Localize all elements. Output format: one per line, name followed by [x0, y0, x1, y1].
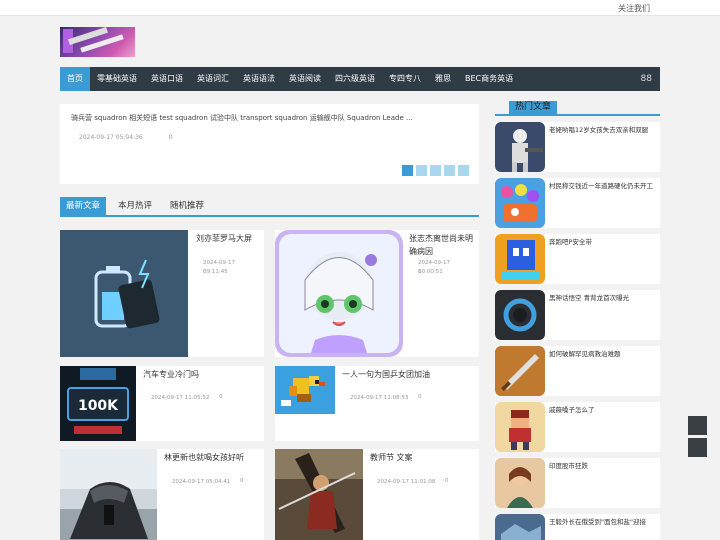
hot-article-title[interactable]: 黑神话悟空 青背龙首次曝光 — [549, 292, 657, 305]
hot-article-title[interactable]: 村民称交钱近一年道路硬化仍未开工 — [549, 180, 657, 193]
pixel-hero-icon[interactable] — [495, 402, 545, 452]
robot-soldier-icon[interactable] — [495, 122, 545, 172]
lady-portrait-icon[interactable] — [495, 458, 545, 508]
hot-article-item[interactable]: 王毅外长在俄受到"面包和盐"迎接 — [495, 514, 660, 540]
article-date: 2024-09-17 11:01:08 — [377, 479, 436, 485]
nav-item-tem[interactable]: 专四专八 — [382, 67, 428, 91]
slider-dot[interactable] — [416, 165, 427, 176]
featured-date: 2024-09-17 05:04:36 — [79, 134, 143, 141]
floating-action-button[interactable] — [688, 416, 707, 435]
article-date: 2024-09-17 10:00:51 — [418, 260, 450, 275]
article-count: 0 — [240, 478, 244, 484]
warrior-thumbnail[interactable] — [275, 449, 363, 540]
article-title[interactable]: 刘亦菲罗马大屏 — [196, 232, 260, 245]
slider-dot[interactable] — [430, 165, 441, 176]
nav-item-beginner[interactable]: 零基础英语 — [90, 67, 144, 91]
sword-icon[interactable] — [495, 346, 545, 396]
tab-random[interactable]: 随机推荐 — [164, 197, 210, 215]
nav-item-vocabulary[interactable]: 英语词汇 — [190, 67, 236, 91]
article-card[interactable]: 教师节 文案 2024-09-17 11:01:08 0 — [275, 449, 479, 540]
nav-item-grammar[interactable]: 英语语法 — [236, 67, 282, 91]
article-card[interactable]: 张志杰离世尚未明确病因 2024-09-17 10:00:51 0 — [275, 230, 479, 357]
top-bar: 关注我们 — [0, 0, 720, 16]
nav-item-bec[interactable]: BEC商务英语 — [458, 67, 520, 91]
featured-count: 0 — [168, 134, 173, 141]
slider-dot[interactable] — [444, 165, 455, 176]
article-count: 0 — [445, 478, 449, 484]
hot-article-title[interactable]: 王毅外长在俄受到"面包和盐"迎接 — [549, 516, 657, 529]
100k-badge-thumbnail[interactable]: 100K — [60, 366, 136, 441]
candy-game-icon[interactable] — [495, 178, 545, 228]
article-title[interactable]: 张志杰离世尚未明确病因 — [409, 232, 475, 258]
grid-menu-icon[interactable]: 88 — [641, 74, 652, 84]
featured-text[interactable]: 骑兵营 squadron 相关短语 test squadron 试验中队 tra… — [71, 113, 413, 123]
article-title[interactable]: 汽车专业冷门吗 — [143, 368, 261, 381]
ring-icon[interactable] — [495, 290, 545, 340]
nav-item-ielts[interactable]: 雅思 — [428, 67, 458, 91]
article-card[interactable]: 林更新也就喝女孩好听 2024-09-17 05:04:41 0 — [60, 449, 264, 540]
hot-article-title[interactable]: 如何破解罕见病救治难题 — [549, 348, 657, 361]
article-card[interactable]: 刘亦菲罗马大屏 2024-09-17 09:11:45 0 — [60, 230, 264, 357]
tab-latest[interactable]: 最新文章 — [60, 197, 107, 215]
article-title[interactable]: 一人一句为国乒女团加油 — [342, 368, 476, 381]
hot-article-item[interactable]: 村民称交钱近一年道路硬化仍未开工 — [495, 178, 660, 228]
sidebar-header: 热门文章 — [495, 101, 660, 116]
hot-article-item[interactable]: 戚薇嗓子怎么了 — [495, 402, 660, 452]
sidebar-title: 热门文章 — [509, 101, 558, 114]
site-logo[interactable] — [60, 27, 135, 57]
featured-slider: 骑兵营 squadron 相关短语 test squadron 试验中队 tra… — [60, 104, 479, 184]
hot-article-title[interactable]: 奔跑吧P安全带 — [549, 236, 657, 249]
article-card[interactable]: 100K 汽车专业冷门吗 2024-09-17 11:05:52 0 — [60, 366, 264, 441]
nav-item-home[interactable]: 首页 — [60, 67, 90, 91]
article-title[interactable]: 林更新也就喝女孩好听 — [164, 451, 262, 464]
article-date: 2024-09-17 11:08:53 — [350, 395, 409, 401]
svg-text:100K: 100K — [78, 398, 119, 414]
battery-thumbnail[interactable] — [60, 230, 188, 357]
slider-dots — [402, 165, 469, 176]
article-date: 2024-09-17 05:04:41 — [172, 479, 231, 485]
article-count: 0 — [219, 394, 223, 400]
hot-article-item[interactable]: 如何破解罕见病救治难题 — [495, 346, 660, 396]
hot-article-item[interactable]: 老姥哟唱12岁女孩失去双亲和双腿 — [495, 122, 660, 172]
hot-article-title[interactable]: 戚薇嗓子怎么了 — [549, 404, 657, 417]
hot-article-title[interactable]: 印度股市狂跌 — [549, 460, 657, 473]
map-icon[interactable] — [495, 514, 545, 540]
article-count: 0 — [418, 269, 422, 275]
motorcycle-thumbnail[interactable] — [60, 449, 157, 540]
pixel-bird-thumbnail[interactable] — [275, 366, 335, 414]
tab-monthly-hot[interactable]: 本月热评 — [112, 197, 158, 215]
featured-meta: 2024-09-17 05:04:36 0 — [79, 134, 173, 141]
anime-girl-thumbnail[interactable] — [275, 230, 403, 357]
article-card[interactable]: 一人一句为国乒女团加油 2024-09-17 11:08:53 0 — [275, 366, 479, 441]
article-count: 0 — [203, 269, 207, 275]
hot-article-title[interactable]: 老姥哟唱12岁女孩失去双亲和双腿 — [549, 124, 657, 137]
hot-article-item[interactable]: 印度股市狂跌 — [495, 458, 660, 508]
slider-dot[interactable] — [402, 165, 413, 176]
nav-item-reading[interactable]: 英语阅读 — [282, 67, 328, 91]
slider-dot[interactable] — [458, 165, 469, 176]
cube-runner-icon[interactable] — [495, 234, 545, 284]
article-date: 2024-09-17 11:05:52 — [151, 395, 210, 401]
nav-item-speaking[interactable]: 英语口语 — [144, 67, 190, 91]
hot-article-item[interactable]: 黑神话悟空 青背龙首次曝光 — [495, 290, 660, 340]
nav-item-cet[interactable]: 四六级英语 — [328, 67, 382, 91]
main-nav: 首页 零基础英语 英语口语 英语词汇 英语语法 英语阅读 四六级英语 专四专八 … — [60, 67, 660, 91]
hot-article-item[interactable]: 奔跑吧P安全带 — [495, 234, 660, 284]
article-date: 2024-09-17 09:11:45 — [203, 260, 235, 275]
article-title[interactable]: 教师节 文案 — [370, 451, 476, 464]
article-count: 0 — [418, 394, 422, 400]
back-to-top-button[interactable] — [688, 438, 707, 457]
follow-us-link[interactable]: 关注我们 — [618, 3, 650, 14]
article-tabs: 最新文章 本月热评 随机推荐 — [60, 197, 479, 217]
